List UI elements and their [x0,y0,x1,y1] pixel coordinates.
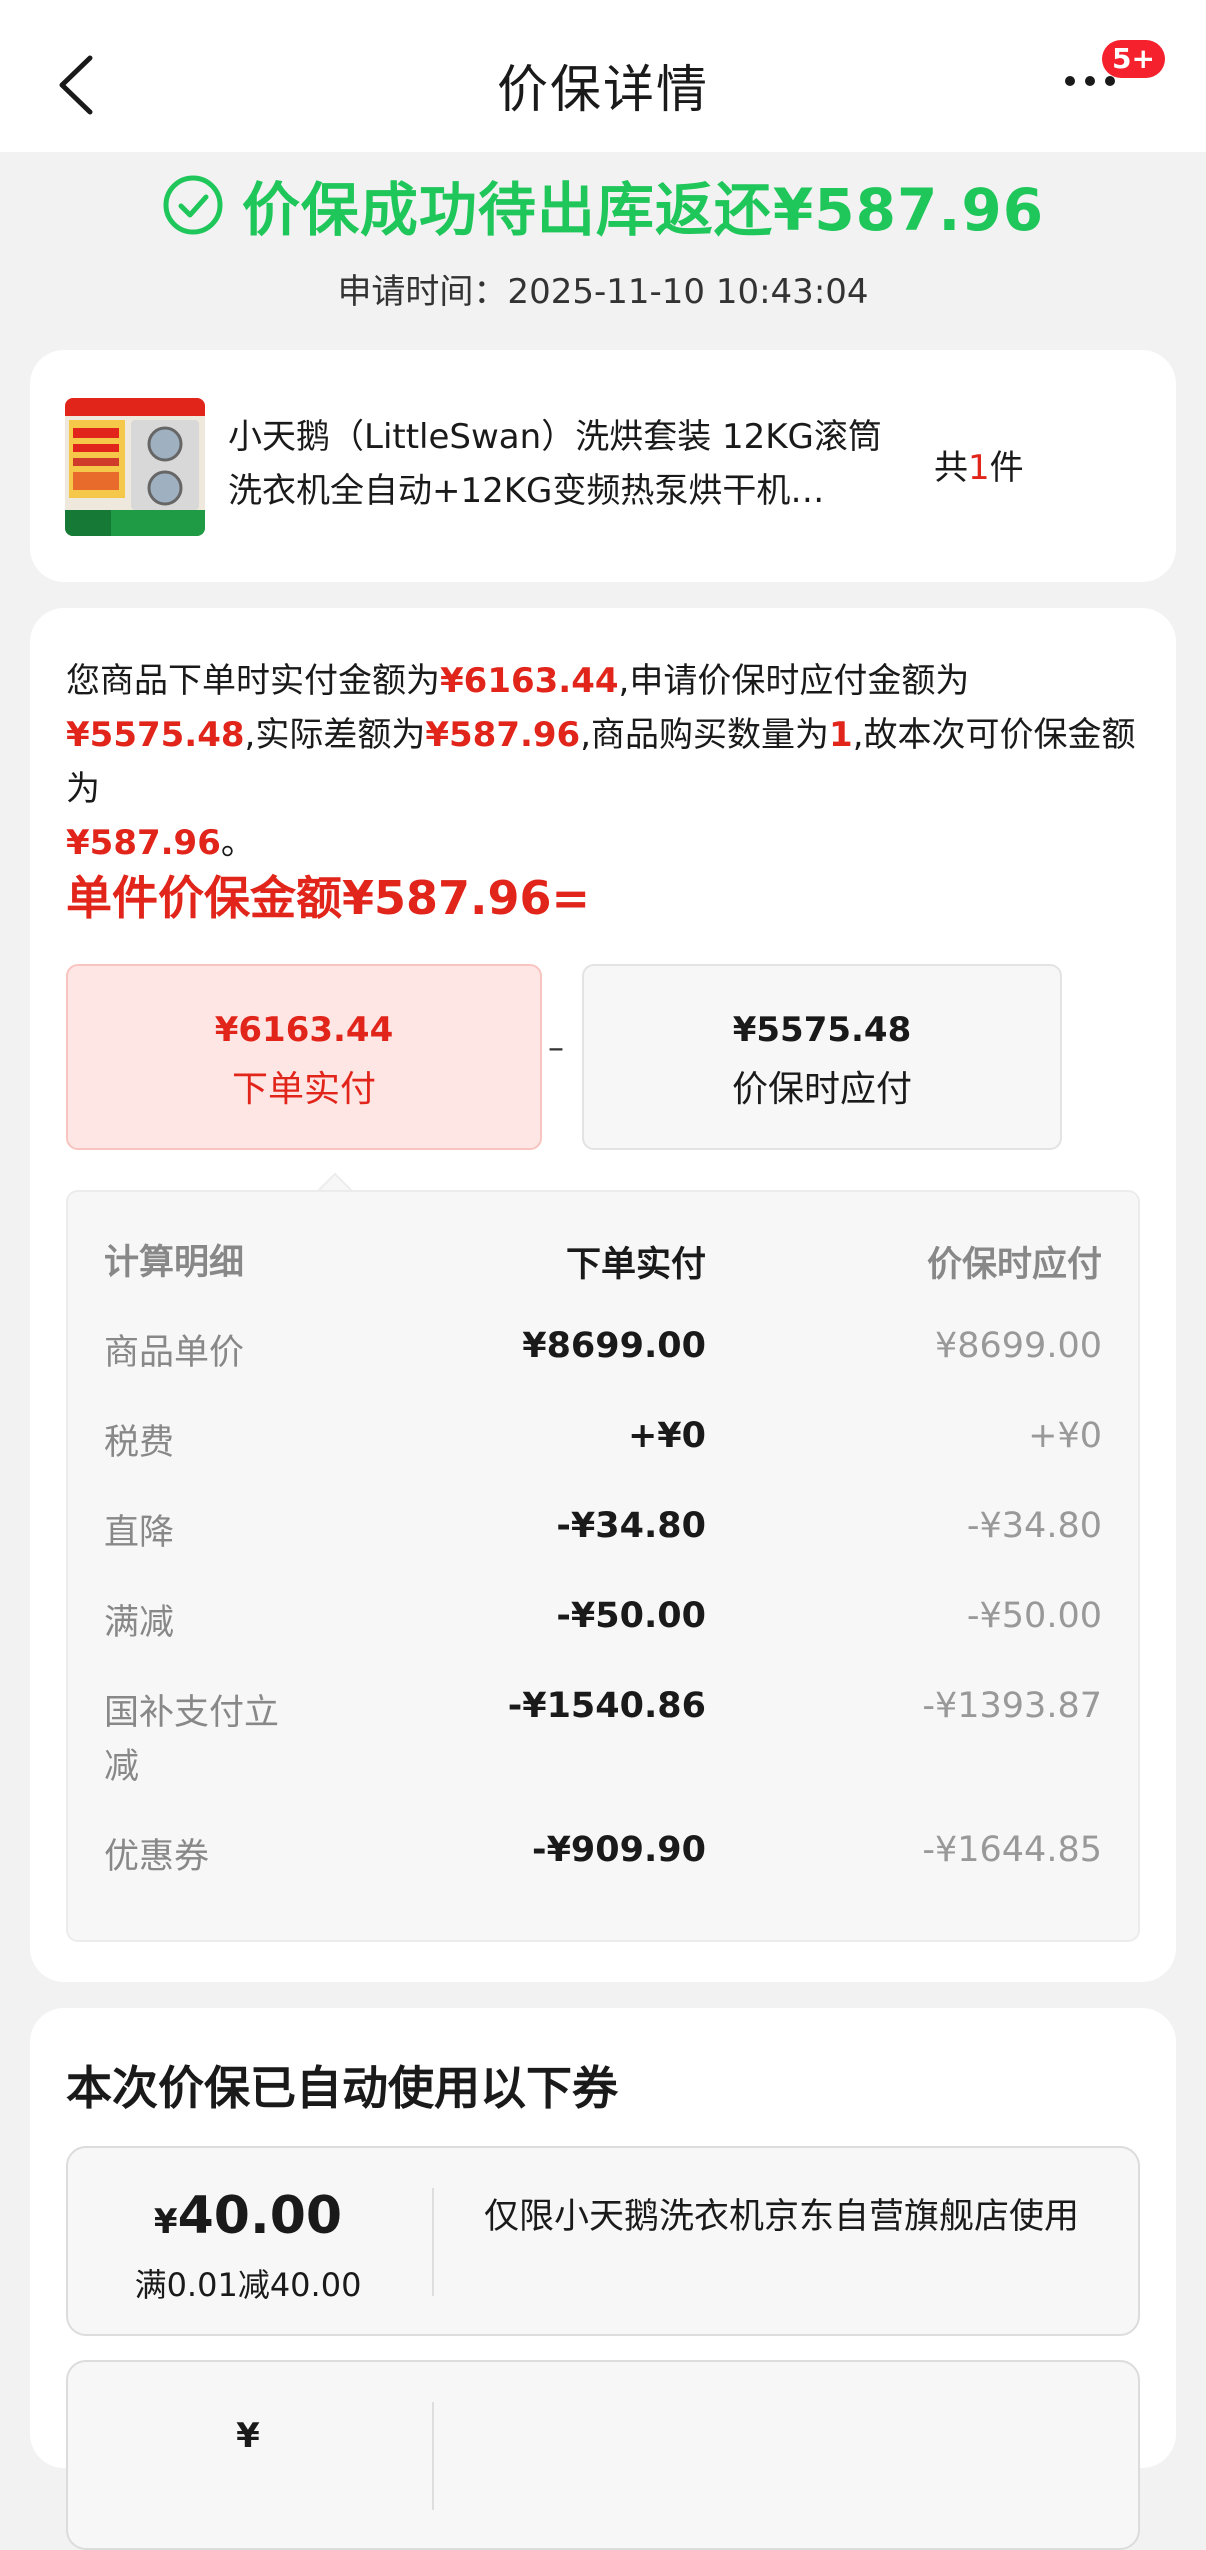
coupon-yen-symbol: ¥ [153,2202,178,2242]
unit-refund-formula: 单件价保金额¥587.96= [66,871,591,925]
coupon-divider [432,2402,434,2510]
row-label: 商品单价 [104,1333,245,1373]
row-current: -¥34.80 [966,1506,1102,1546]
desc-text-6: 。 [220,823,255,863]
coupon-scope: 仅限小天鹅洗衣机京东自营旗舰店使用 [484,2197,1080,2237]
price-protection-detail-card: 您商品下单时实付金额为¥6163.44,申请价保时应付金额为¥5575.48,实… [30,608,1176,1982]
header-current: 价保时应付 [926,1245,1102,1285]
page-title: 价保详情 [496,61,709,120]
status-header: 价保成功待出库返还¥587.96 [0,170,1206,244]
desc-difference: ¥587.96 [425,715,581,755]
current-price-box[interactable]: ¥5575.48 价保时应付 [582,964,1062,1150]
product-image [65,398,205,536]
calculation-detail-table: 计算明细 下单实付 价保时应付 商品单价 ¥8699.00 ¥8699.00 税… [66,1190,1140,1942]
coupon-item[interactable]: ¥40.00 满0.01减40.00 仅限小天鹅洗衣机京东自营旗舰店使用 [66,2146,1140,2336]
row-paid: +¥0 [627,1416,706,1456]
desc-count: 1 [829,715,853,755]
row-paid: -¥50.00 [556,1596,706,1636]
row-label: 满减 [104,1603,175,1643]
desc-text-1: 您商品下单时实付金额为 [66,661,440,701]
row-current: -¥1644.85 [922,1830,1102,1870]
current-amount-label: 价保时应付 [731,1069,912,1110]
row-paid: -¥909.90 [532,1830,706,1870]
header-paid: 下单实付 [565,1245,706,1285]
nav-bar: 价保详情 5+ [0,0,1206,152]
row-current: -¥50.00 [966,1596,1102,1636]
row-current: ¥8699.00 [934,1326,1102,1366]
check-circle-icon [163,175,223,235]
row-label: 税费 [104,1423,175,1463]
coupon-item[interactable]: ¥ [66,2360,1140,2550]
coupon-amount: ¥ [68,2400,428,2460]
row-paid: -¥34.80 [556,1506,706,1546]
row-label: 国补支付立减 [104,1693,280,1787]
coupon-divider [432,2188,434,2296]
row-paid: ¥8699.00 [522,1326,706,1366]
paid-amount-label: 下单实付 [231,1069,376,1110]
row-paid: -¥1540.86 [507,1686,706,1726]
desc-text-2: ,申请价保时应付金额为 [618,661,970,701]
desc-paid-amount: ¥6163.44 [440,661,619,701]
message-count-badge: 5+ [1102,40,1165,78]
paid-amount-box[interactable]: ¥6163.44 下单实付 [66,964,542,1150]
product-quantity: 共1件 [934,440,1024,489]
coupon-section-title: 本次价保已自动使用以下券 [66,2061,618,2115]
current-amount: ¥5575.48 [732,1010,912,1050]
paid-amount: ¥6163.44 [214,1010,394,1050]
quantity-suffix: 件 [989,448,1024,488]
row-label: 直降 [104,1513,175,1553]
row-current: +¥0 [1028,1416,1102,1456]
minus-sign: – [548,1028,564,1066]
row-current: -¥1393.87 [922,1686,1102,1726]
coupon-yen-symbol: ¥ [236,2416,260,2456]
coupon-card: 本次价保已自动使用以下券 ¥40.00 满0.01减40.00 仅限小天鹅洗衣机… [30,2008,1176,2550]
coupon-amount: ¥40.00 [68,2186,428,2246]
desc-current-amount: ¥5575.48 [66,715,245,755]
coupon-amount-value: 40.00 [177,2186,343,2246]
coupon-condition: 满0.01减40.00 [134,2266,362,2304]
quantity-value: 1 [968,448,990,488]
quantity-prefix: 共 [934,448,968,488]
explanation-text: 您商品下单时实付金额为¥6163.44,申请价保时应付金额为 ¥5575.48,实… [66,654,1146,870]
desc-text-3: ,实际差额为 [244,715,426,755]
product-card[interactable]: 小天鹅（LittleSwan）洗烘套装 12KG滚筒洗衣机全自动+12KG变频热… [30,350,1176,582]
row-label: 优惠券 [104,1837,210,1877]
desc-refund-amount: ¥587.96 [66,823,221,863]
desc-text-4: ,商品购买数量为 [580,715,830,755]
apply-time: 申请时间：2025-11-10 10:43:04 [337,272,869,312]
product-name[interactable]: 小天鹅（LittleSwan）洗烘套装 12KG滚筒洗衣机全自动+12KG变频热… [228,410,908,518]
header-detail: 计算明细 [104,1243,245,1283]
status-text: 价保成功待出库返还¥587.96 [241,176,1045,244]
